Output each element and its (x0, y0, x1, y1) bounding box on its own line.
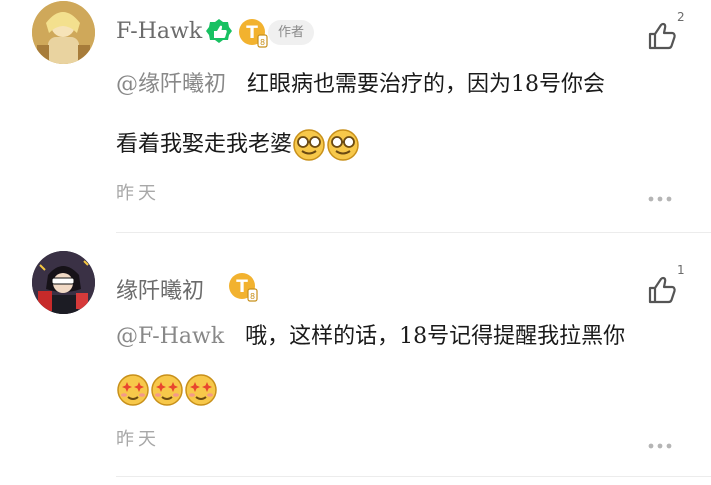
comment-text: 哦，这样的话，18号记得提醒我拉黑你 (245, 324, 626, 349)
comment-item: F-Hawk 作者 2 @缘阡曦初 红眼病也需要治疗的，因为18号你会 看着我娶… (0, 0, 711, 233)
sparkle-eyes-emoji (184, 373, 218, 407)
sparkle-eyes-emoji (150, 373, 184, 407)
avatar[interactable] (32, 1, 95, 64)
more-options-icon[interactable] (648, 187, 672, 193)
comment-text-line: @F-Hawk 哦，这样的话，18号记得提醒我拉黑你 (116, 322, 625, 352)
more-options-icon[interactable] (648, 434, 672, 440)
like-count: 2 (677, 10, 685, 24)
level-badge-icon (238, 18, 268, 48)
like-icon[interactable] (646, 20, 678, 52)
like-icon[interactable] (646, 274, 678, 306)
author-name[interactable]: F-Hawk (116, 19, 202, 44)
divider (116, 476, 711, 477)
comment-text-line: 看着我娶走我老婆 (116, 128, 360, 162)
comment-text: 看着我娶走我老婆 (116, 132, 293, 157)
sparkle-eyes-emoji (116, 373, 150, 407)
reply-mention[interactable]: @缘阡曦初 (116, 72, 226, 97)
comment-item: 缘阡曦初 1 @F-Hawk 哦，这样的话，18号记得提醒我拉黑你 昨天 (0, 234, 711, 474)
like-count: 1 (677, 263, 685, 277)
comment-text: 红眼病也需要治疗的，因为18号你会 (247, 72, 605, 97)
author-tag: 作者 (268, 20, 315, 45)
divider (116, 232, 711, 233)
timestamp: 昨天 (116, 183, 160, 204)
reply-mention[interactable]: @F-Hawk (116, 324, 224, 349)
smug-glasses-emoji (292, 128, 326, 162)
verified-badge-icon (205, 18, 233, 46)
author-name[interactable]: 缘阡曦初 (116, 273, 204, 305)
avatar[interactable] (32, 251, 95, 314)
comment-text-line: @缘阡曦初 红眼病也需要治疗的，因为18号你会 (116, 70, 605, 100)
emoji-line (116, 373, 218, 407)
smug-glasses-emoji (326, 128, 360, 162)
timestamp: 昨天 (116, 429, 160, 450)
level-badge-icon (228, 272, 258, 302)
